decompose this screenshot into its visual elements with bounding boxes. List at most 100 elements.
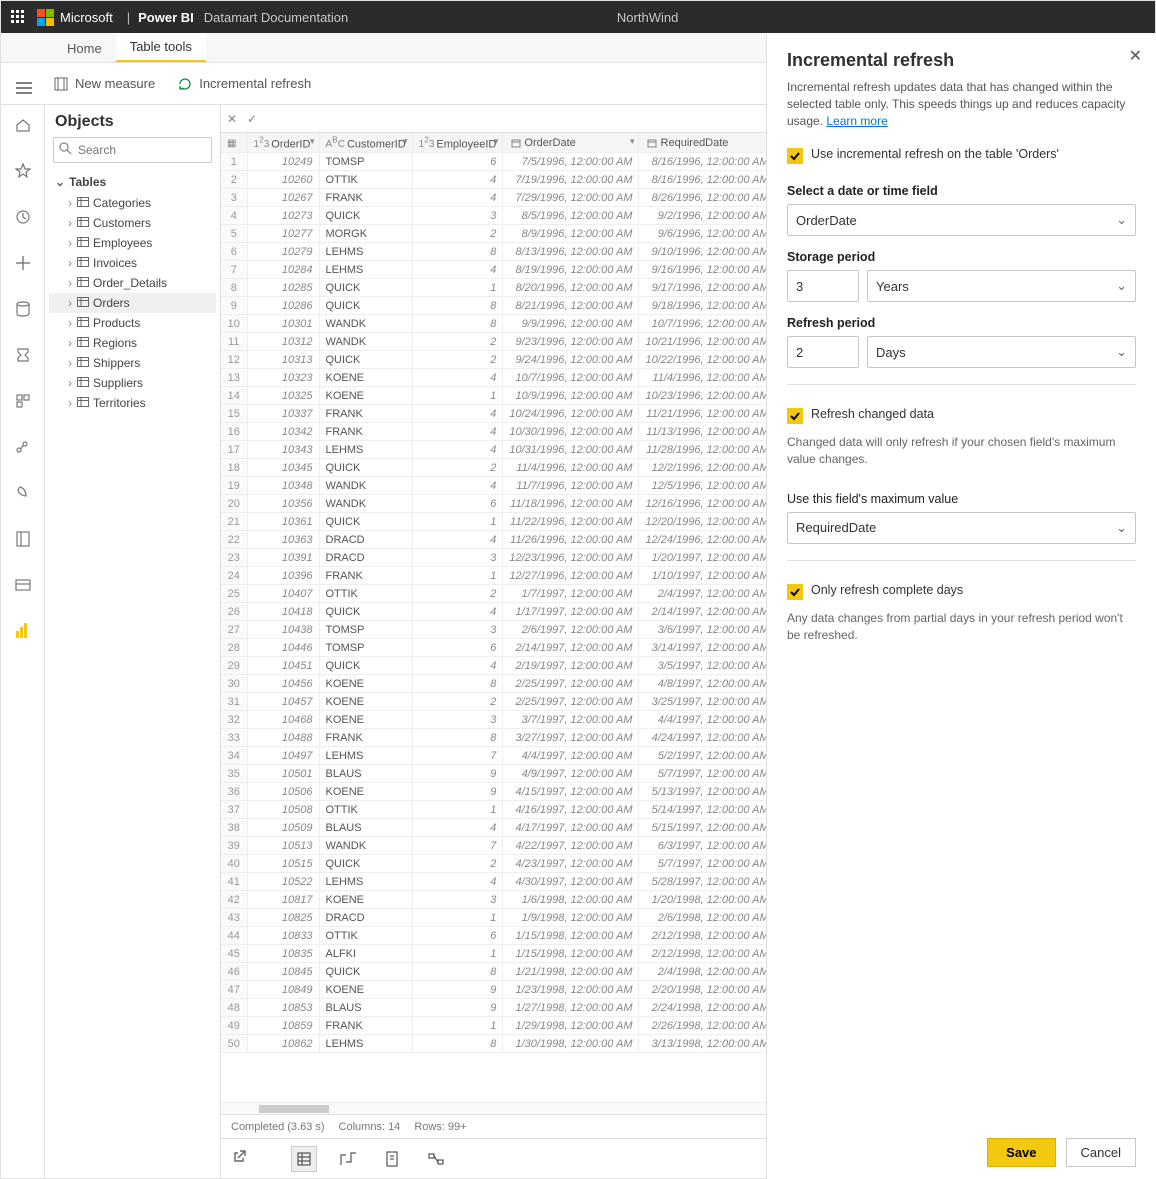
tree-item-employees[interactable]: ›Employees [49, 233, 216, 253]
cell[interactable]: 10/7/1996, 12:00:00 AM [639, 315, 775, 333]
cell[interactable]: 10825 [247, 909, 319, 927]
cell[interactable]: 10845 [247, 963, 319, 981]
table-row[interactable]: 3310488FRANK83/27/1997, 12:00:00 AM4/24/… [221, 729, 819, 747]
table-row[interactable]: 3110457KOENE22/25/1997, 12:00:00 AM3/25/… [221, 693, 819, 711]
cell[interactable]: 8/16/1996, 12:00:00 AM [639, 153, 775, 171]
table-row[interactable]: 2910451QUICK42/19/1997, 12:00:00 AM3/5/1… [221, 657, 819, 675]
cell[interactable]: 2/6/1998, 12:00:00 AM [639, 909, 775, 927]
cell[interactable]: 3/6/1997, 12:00:00 AM [639, 621, 775, 639]
cell[interactable]: 12/20/1996, 12:00:00 AM [639, 513, 775, 531]
cell[interactable]: 3 [412, 891, 503, 909]
cell[interactable]: 10396 [247, 567, 319, 585]
cell[interactable]: 4 [412, 657, 503, 675]
table-row[interactable]: 1510337FRANK410/24/1996, 12:00:00 AM11/2… [221, 405, 819, 423]
cell[interactable]: 2/4/1998, 12:00:00 AM [639, 963, 775, 981]
cell[interactable]: 11/4/1996, 12:00:00 AM [503, 459, 639, 477]
cell[interactable]: 7 [412, 837, 503, 855]
cell[interactable]: QUICK [319, 657, 412, 675]
cell[interactable]: 9/9/1996, 12:00:00 AM [503, 315, 639, 333]
nav-workspace-icon[interactable] [9, 571, 37, 599]
cell[interactable]: 8/20/1996, 12:00:00 AM [503, 279, 639, 297]
column-header-customerid[interactable]: ABCCustomerID▾ [319, 133, 412, 153]
cell[interactable]: 7 [412, 747, 503, 765]
table-row[interactable]: 2110361QUICK111/22/1996, 12:00:00 AM12/2… [221, 513, 819, 531]
table-row[interactable]: 3810509BLAUS44/17/1997, 12:00:00 AM5/15/… [221, 819, 819, 837]
cell[interactable]: 12/23/1996, 12:00:00 AM [503, 549, 639, 567]
view-relationship-icon[interactable] [423, 1146, 449, 1172]
cell[interactable]: 4/24/1997, 12:00:00 AM [639, 729, 775, 747]
nav-favorite-icon[interactable] [9, 157, 37, 185]
nav-data-icon[interactable] [9, 295, 37, 323]
table-row[interactable]: 2410396FRANK112/27/1996, 12:00:00 AM1/10… [221, 567, 819, 585]
cell[interactable]: 10451 [247, 657, 319, 675]
cell[interactable]: 8/13/1996, 12:00:00 AM [503, 243, 639, 261]
cell[interactable]: 10522 [247, 873, 319, 891]
cell[interactable]: LEHMS [319, 873, 412, 891]
table-row[interactable]: 4110522LEHMS44/30/1997, 12:00:00 AM5/28/… [221, 873, 819, 891]
cell[interactable]: 5/2/1997, 12:00:00 AM [639, 747, 775, 765]
cell[interactable]: 10501 [247, 765, 319, 783]
table-row[interactable]: 1310323KOENE410/7/1996, 12:00:00 AM11/4/… [221, 369, 819, 387]
cell[interactable]: 6 [412, 639, 503, 657]
cell[interactable]: QUICK [319, 603, 412, 621]
table-row[interactable]: 4510835ALFKI11/15/1998, 12:00:00 AM2/12/… [221, 945, 819, 963]
cell[interactable]: 1 [412, 1017, 503, 1035]
cell[interactable]: 4 [412, 819, 503, 837]
tree-item-customers[interactable]: ›Customers [49, 213, 216, 233]
cell[interactable]: OTTIK [319, 801, 412, 819]
cell[interactable]: 4/16/1997, 12:00:00 AM [503, 801, 639, 819]
cell[interactable]: 10345 [247, 459, 319, 477]
cell[interactable]: 1/9/1998, 12:00:00 AM [503, 909, 639, 927]
cell[interactable]: QUICK [319, 297, 412, 315]
cell[interactable]: 4 [412, 477, 503, 495]
accept-formula-icon[interactable]: ✓ [247, 112, 257, 126]
table-row[interactable]: 1810345QUICK211/4/1996, 12:00:00 AM12/2/… [221, 459, 819, 477]
cell[interactable]: 2/12/1998, 12:00:00 AM [639, 927, 775, 945]
cell[interactable]: 4 [412, 171, 503, 189]
table-row[interactable]: 4410833OTTIK61/15/1998, 12:00:00 AM2/12/… [221, 927, 819, 945]
nav-recent-icon[interactable] [9, 203, 37, 231]
cell[interactable]: 9/18/1996, 12:00:00 AM [639, 297, 775, 315]
cell[interactable]: 12/24/1996, 12:00:00 AM [639, 531, 775, 549]
column-header-requireddate[interactable]: RequiredDate▾ [639, 133, 775, 153]
cell[interactable]: 7/5/1996, 12:00:00 AM [503, 153, 639, 171]
table-row[interactable]: 4710849KOENE91/23/1998, 12:00:00 AM2/20/… [221, 981, 819, 999]
cell[interactable]: QUICK [319, 513, 412, 531]
column-dropdown-icon[interactable]: ▾ [403, 136, 408, 147]
cell[interactable]: 9/2/1996, 12:00:00 AM [639, 207, 775, 225]
cell[interactable]: 10348 [247, 477, 319, 495]
nav-goals-icon[interactable] [9, 341, 37, 369]
cell[interactable]: 9 [412, 981, 503, 999]
breadcrumb[interactable]: Datamart Documentation [204, 10, 349, 25]
refresh-period-input[interactable]: 2 [787, 336, 859, 368]
cell[interactable]: 10833 [247, 927, 319, 945]
complete-days-checkbox[interactable] [787, 584, 803, 600]
cell[interactable]: 1/29/1998, 12:00:00 AM [503, 1017, 639, 1035]
cell[interactable]: 10277 [247, 225, 319, 243]
cell[interactable]: 10260 [247, 171, 319, 189]
cell[interactable]: 2 [412, 351, 503, 369]
cell[interactable]: 9/16/1996, 12:00:00 AM [639, 261, 775, 279]
cell[interactable]: 9/10/1996, 12:00:00 AM [639, 243, 775, 261]
column-dropdown-icon[interactable]: ▾ [494, 136, 499, 147]
view-query-icon[interactable] [379, 1146, 405, 1172]
cell[interactable]: 1/20/1998, 12:00:00 AM [639, 891, 775, 909]
cell[interactable]: 10456 [247, 675, 319, 693]
cell[interactable]: 10279 [247, 243, 319, 261]
table-row[interactable]: 410273QUICK38/5/1996, 12:00:00 AM9/2/199… [221, 207, 819, 225]
table-row[interactable]: 2710438TOMSP32/6/1997, 12:00:00 AM3/6/19… [221, 621, 819, 639]
table-row[interactable]: 710284LEHMS48/19/1996, 12:00:00 AM9/16/1… [221, 261, 819, 279]
cell[interactable]: 4 [412, 603, 503, 621]
cell[interactable]: OTTIK [319, 585, 412, 603]
cell[interactable]: 4 [412, 405, 503, 423]
cell[interactable]: 4/30/1997, 12:00:00 AM [503, 873, 639, 891]
nav-home-icon[interactable] [9, 111, 37, 139]
cell[interactable]: 9/24/1996, 12:00:00 AM [503, 351, 639, 369]
tree-item-regions[interactable]: ›Regions [49, 333, 216, 353]
cell[interactable]: FRANK [319, 405, 412, 423]
cell[interactable]: 10515 [247, 855, 319, 873]
cell[interactable]: 8 [412, 297, 503, 315]
cell[interactable]: 12/2/1996, 12:00:00 AM [639, 459, 775, 477]
cell[interactable]: KOENE [319, 387, 412, 405]
cell[interactable]: LEHMS [319, 1035, 412, 1053]
